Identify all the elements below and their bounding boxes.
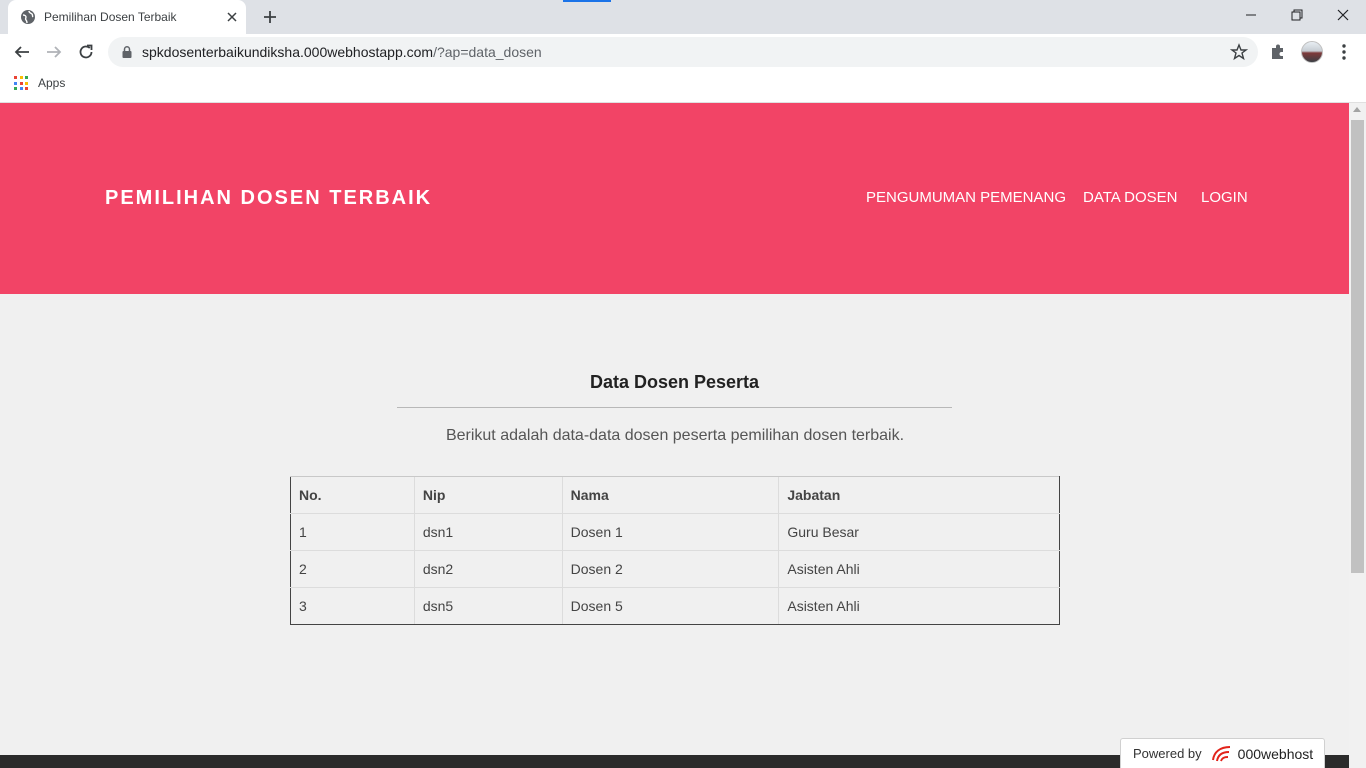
nav-pengumuman-pemenang[interactable]: PENGUMUMAN PEMENANG bbox=[866, 189, 1066, 206]
column-header-no: No. bbox=[290, 476, 415, 514]
page-description: Berikut adalah data-data dosen peserta p… bbox=[445, 427, 905, 444]
cell-no: 2 bbox=[290, 550, 415, 588]
restore-button[interactable] bbox=[1274, 0, 1320, 30]
column-header-nama: Nama bbox=[561, 476, 779, 514]
apps-label: Apps bbox=[38, 76, 66, 90]
tabstrip-drag-indicator bbox=[563, 0, 611, 2]
powered-by-label: Powered by bbox=[1133, 746, 1202, 761]
url-path: /?ap=data_dosen bbox=[433, 44, 542, 60]
nav-login[interactable]: LOGIN bbox=[1201, 189, 1248, 206]
dosen-table: No. Nip Nama Jabatan 1 dsn1 Dosen 1 Guru… bbox=[290, 476, 1060, 625]
cell-nama: Dosen 5 bbox=[561, 587, 779, 625]
browser-toolbar: spkdosenterbaikundiksha.000webhostapp.co… bbox=[0, 34, 1366, 70]
scroll-up-arrow-icon[interactable] bbox=[1353, 107, 1361, 112]
title-divider bbox=[397, 407, 952, 408]
address-bar[interactable]: spkdosenterbaikundiksha.000webhostapp.co… bbox=[108, 37, 1258, 67]
cell-nama: Dosen 1 bbox=[561, 513, 779, 551]
cell-nip: dsn2 bbox=[413, 550, 563, 588]
profile-avatar[interactable] bbox=[1301, 41, 1323, 63]
close-window-button[interactable] bbox=[1320, 0, 1366, 30]
column-header-nip: Nip bbox=[413, 476, 563, 514]
new-tab-button[interactable] bbox=[258, 6, 282, 28]
cell-jabatan: Asisten Ahli bbox=[778, 550, 1060, 588]
cell-nama: Dosen 2 bbox=[561, 550, 779, 588]
table-row: 3 dsn5 Dosen 5 Asisten Ahli bbox=[290, 587, 1060, 625]
cell-no: 3 bbox=[290, 587, 415, 625]
browser-tabstrip: Pemilihan Dosen Terbaik bbox=[0, 0, 1366, 34]
more-options-icon[interactable] bbox=[1334, 40, 1354, 64]
page-scrollbar[interactable] bbox=[1349, 103, 1366, 768]
page-title: Data Dosen Peserta bbox=[589, 372, 760, 392]
forward-button[interactable] bbox=[40, 38, 68, 66]
powered-by-brand: 000webhost bbox=[1237, 745, 1314, 762]
url-host: spkdosenterbaikundiksha.000webhostapp.co… bbox=[142, 44, 434, 60]
powered-by-badge[interactable]: Powered by 000webhost bbox=[1120, 738, 1325, 768]
cell-no: 1 bbox=[290, 513, 415, 551]
site-header: PEMILIHAN DOSEN TERBAIK PENGUMUMAN PEMEN… bbox=[0, 103, 1349, 294]
table-row: 2 dsn2 Dosen 2 Asisten Ahli bbox=[290, 550, 1060, 588]
tab-title: Pemilihan Dosen Terbaik bbox=[44, 10, 177, 24]
apps-shortcut[interactable]: Apps bbox=[14, 76, 65, 90]
cell-nip: dsn5 bbox=[413, 587, 563, 625]
page-viewport: PEMILIHAN DOSEN TERBAIK PENGUMUMAN PEMEN… bbox=[0, 103, 1349, 768]
cell-jabatan: Asisten Ahli bbox=[778, 587, 1060, 625]
reload-button[interactable] bbox=[72, 38, 100, 66]
url-text: spkdosenterbaikundiksha.000webhostapp.co… bbox=[142, 44, 542, 60]
bookmark-star-icon[interactable] bbox=[1230, 43, 1248, 61]
globe-icon bbox=[20, 9, 36, 25]
table-row: 1 dsn1 Dosen 1 Guru Besar bbox=[290, 513, 1060, 551]
column-header-jabatan: Jabatan bbox=[778, 476, 1060, 514]
table-header-row: No. Nip Nama Jabatan bbox=[290, 476, 1060, 514]
site-brand[interactable]: PEMILIHAN DOSEN TERBAIK bbox=[105, 187, 432, 210]
cell-nip: dsn1 bbox=[413, 513, 563, 551]
bookmarks-bar: Apps bbox=[0, 70, 1366, 103]
apps-grid-icon bbox=[14, 76, 28, 90]
scrollbar-thumb[interactable] bbox=[1351, 120, 1364, 573]
back-button[interactable] bbox=[8, 38, 36, 66]
webhost-logo-icon bbox=[1210, 744, 1234, 764]
nav-data-dosen[interactable]: DATA DOSEN bbox=[1083, 189, 1177, 206]
puzzle-icon[interactable] bbox=[1268, 42, 1290, 62]
close-tab-icon[interactable] bbox=[224, 9, 240, 25]
lock-icon[interactable] bbox=[120, 45, 134, 59]
minimize-button[interactable] bbox=[1228, 0, 1274, 30]
cell-jabatan: Guru Besar bbox=[778, 513, 1060, 551]
browser-tab[interactable]: Pemilihan Dosen Terbaik bbox=[8, 0, 246, 34]
